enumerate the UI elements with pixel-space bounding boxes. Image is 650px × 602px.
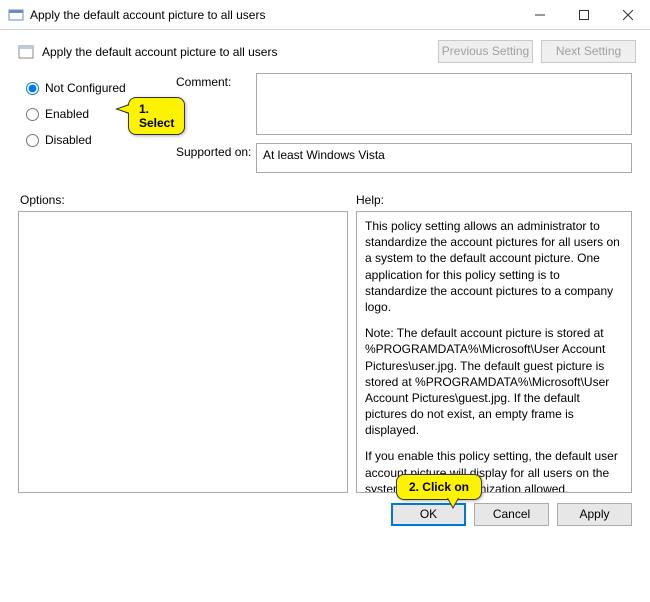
policy-title: Apply the default account picture to all… [42,45,430,59]
help-paragraph: This policy setting allows an administra… [365,218,623,315]
config-area: Not Configured Enabled Disabled 1. Selec… [0,69,650,189]
radio-enabled-label: Enabled [45,107,89,121]
radio-enabled-input[interactable] [26,108,39,121]
apply-button[interactable]: Apply [557,503,632,526]
window-title: Apply the default account picture to all… [30,8,518,22]
help-paragraph: Note: The default account picture is sto… [365,325,623,438]
radio-not-configured-input[interactable] [26,82,39,95]
app-icon [8,7,24,23]
radio-not-configured[interactable]: Not Configured [26,81,176,95]
radio-disabled-input[interactable] [26,134,39,147]
maximize-button[interactable] [562,0,606,29]
comment-input[interactable] [256,73,632,135]
supported-on-label: Supported on: [176,143,256,173]
radio-disabled[interactable]: Disabled [26,133,176,147]
policy-icon [18,44,34,60]
panels: This policy setting allows an administra… [0,211,650,495]
annotation-select: 1. Select [128,97,185,135]
next-setting-button[interactable]: Next Setting [541,40,636,63]
supported-on-value: At least Windows Vista [256,143,632,173]
annotation-click-on: 2. Click on [396,474,482,500]
options-heading: Options: [18,193,356,207]
options-panel [18,211,348,493]
previous-setting-button[interactable]: Previous Setting [438,40,533,63]
footer: 2. Click on OK Cancel Apply [0,495,650,526]
title-bar: Apply the default account picture to all… [0,0,650,30]
cancel-button[interactable]: Cancel [474,503,549,526]
help-panel[interactable]: This policy setting allows an administra… [356,211,632,493]
radio-disabled-label: Disabled [45,133,92,147]
minimize-button[interactable] [518,0,562,29]
section-labels: Options: Help: [0,189,650,211]
close-button[interactable] [606,0,650,29]
comment-label: Comment: [176,73,256,135]
state-radio-group: Not Configured Enabled Disabled 1. Selec… [26,73,176,181]
help-heading: Help: [356,193,632,207]
header-row: Apply the default account picture to all… [0,30,650,69]
radio-not-configured-label: Not Configured [45,81,126,95]
